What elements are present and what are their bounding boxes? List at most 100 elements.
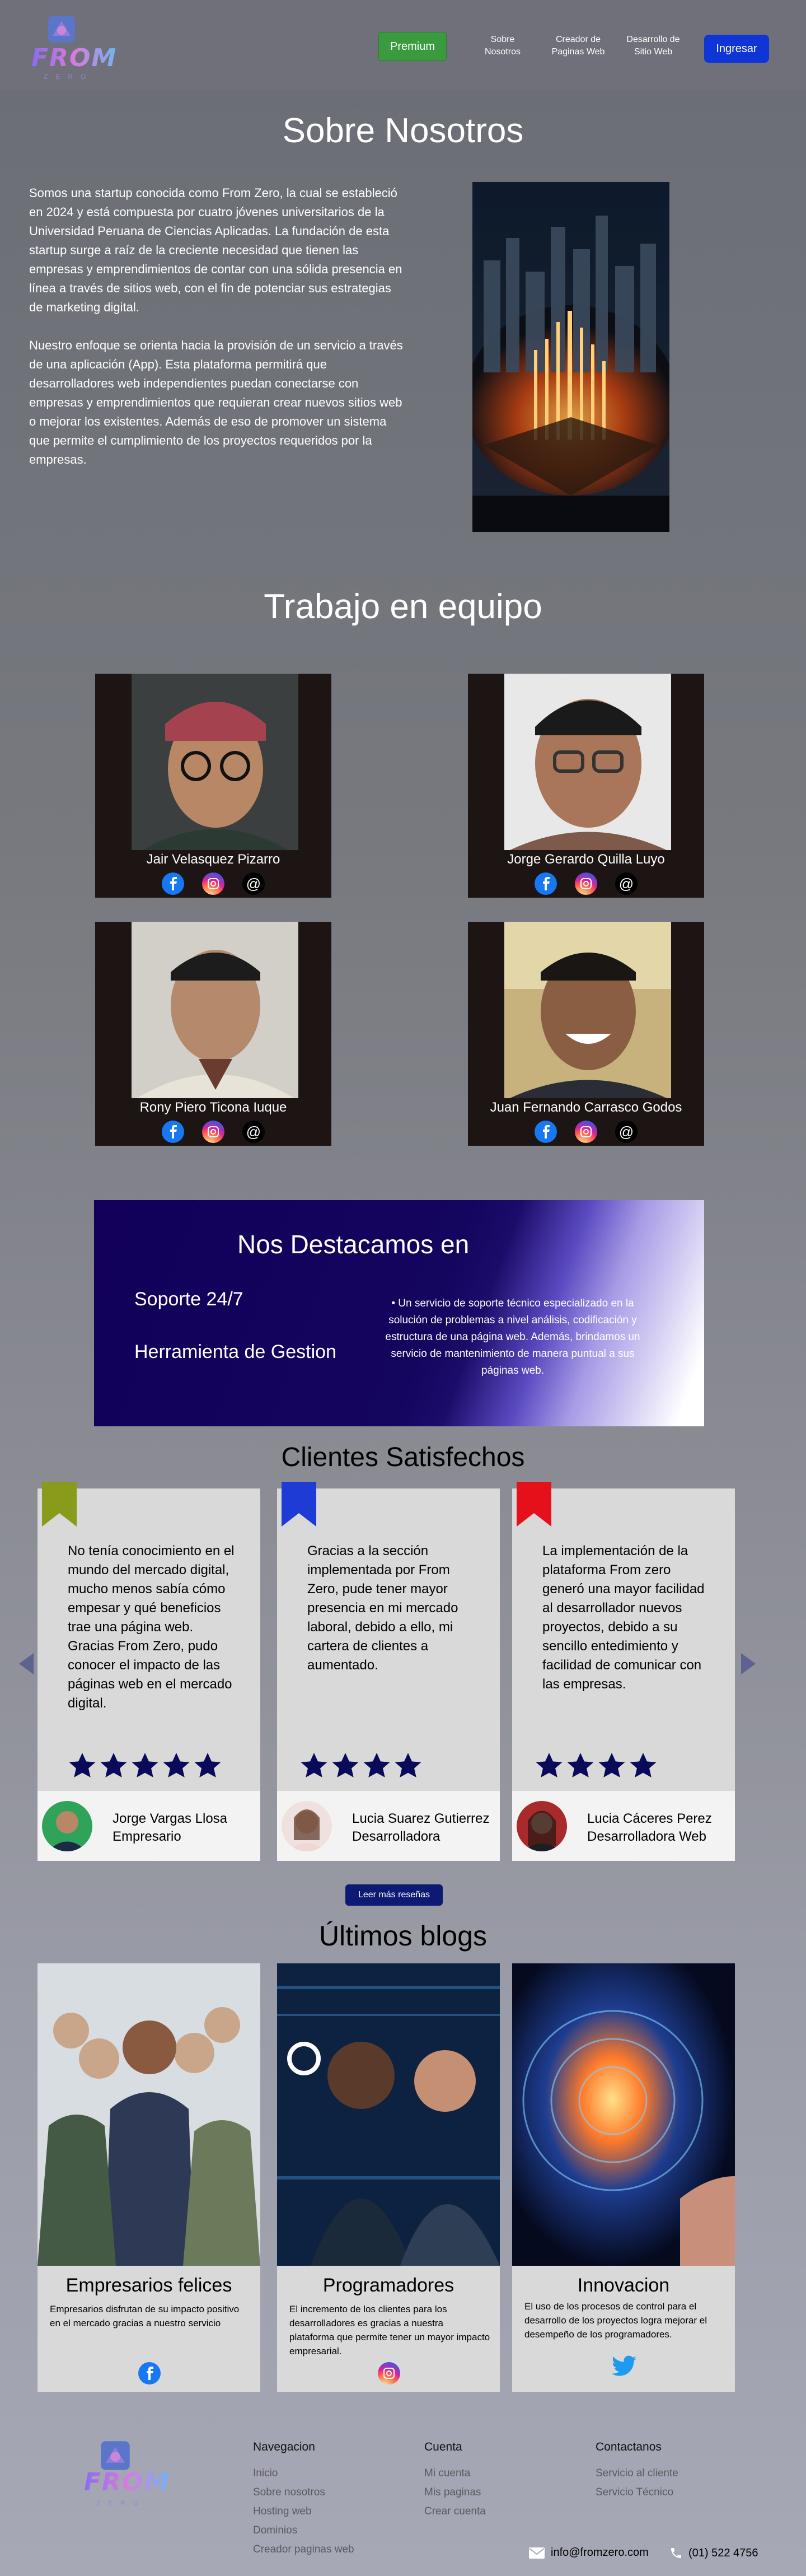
- logo-sub: ZERO: [96, 2499, 147, 2507]
- team-card-4: Juan Fernando Carrasco Godos @: [468, 922, 704, 1146]
- nav-creador-paginas[interactable]: Creador de Paginas Web: [547, 34, 609, 58]
- blog-title: Programadores: [322, 2275, 454, 2296]
- star-icon: [598, 1753, 625, 1777]
- footer-email[interactable]: info@fromzero.com: [528, 2546, 649, 2559]
- facebook-icon[interactable]: [138, 2362, 161, 2384]
- threads-icon[interactable]: @: [242, 1121, 265, 1143]
- blog-card-1[interactable]: Empresarios felices Empresarios disfruta…: [38, 1963, 260, 2392]
- team-card-2: Jorge Gerardo Quilla Luyo @: [468, 674, 704, 898]
- premium-button[interactable]: Premium: [378, 32, 447, 61]
- author-name: Lucia Cáceres Perez Desarrolladora Web: [587, 1811, 712, 1844]
- logo-mark-icon: [48, 16, 75, 43]
- logo-word: FROM: [84, 2468, 170, 2496]
- testimonial-text: Gracias a la sección implementada por Fr…: [307, 1543, 458, 1673]
- social-row: @: [95, 1121, 331, 1143]
- testimonial-author: Lucia Cáceres Perez Desarrolladora Web: [512, 1791, 735, 1861]
- rating-stars: [68, 1752, 222, 1781]
- star-icon: [630, 1753, 657, 1777]
- team-card-1: Jair Velasquez Pizarro @: [95, 674, 331, 898]
- footer-col-navegacion: Navegacion Inicio Sobre nosotros Hosting…: [253, 2440, 354, 2559]
- team-photo: [504, 922, 671, 1098]
- star-icon: [395, 1753, 421, 1777]
- threads-icon[interactable]: @: [615, 872, 638, 895]
- city-image: [472, 182, 669, 532]
- team-name: Jorge Gerardo Quilla Luyo: [507, 852, 665, 867]
- star-icon: [69, 1753, 96, 1777]
- footer-link[interactable]: Servicio al cliente: [596, 2464, 678, 2483]
- avatar: [42, 1801, 92, 1851]
- author-name: Lucia Suarez Gutierrez Desarrolladora: [352, 1811, 490, 1844]
- footer-phone[interactable]: (01) 522 4756: [669, 2546, 758, 2560]
- footer-heading: Navegacion: [253, 2440, 315, 2453]
- facebook-icon[interactable]: [162, 1121, 184, 1143]
- star-icon: [567, 1753, 594, 1777]
- about-title: Sobre Nosotros: [282, 111, 524, 150]
- team-photo: [132, 922, 298, 1098]
- twitter-icon[interactable]: [612, 2355, 636, 2379]
- instagram-icon[interactable]: [575, 1121, 597, 1143]
- threads-icon[interactable]: @: [615, 1121, 638, 1143]
- footer-link[interactable]: Sobre nosotros: [253, 2483, 354, 2502]
- carousel-next-icon[interactable]: [739, 1652, 758, 1678]
- author-role: Desarrolladora: [352, 1829, 441, 1844]
- footer-col-contactanos: Contactanos Servicio al cliente Servicio…: [596, 2440, 678, 2502]
- social-row: @: [468, 1121, 704, 1143]
- logo-mark-icon: [101, 2441, 130, 2470]
- team-name: Rony Piero Ticona Iuque: [139, 1100, 287, 1115]
- footer-link[interactable]: Mis paginas: [424, 2483, 486, 2502]
- team-name: Jair Velasquez Pizarro: [146, 852, 280, 867]
- instagram-icon[interactable]: [575, 872, 597, 895]
- blog-title: Innovacion: [577, 2275, 670, 2296]
- testimonial-author: Lucia Suarez Gutierrez Desarrolladora: [277, 1791, 500, 1861]
- team-name: Juan Fernando Carrasco Godos: [490, 1100, 682, 1115]
- instagram-icon[interactable]: [378, 2362, 400, 2384]
- login-button[interactable]: Ingresar: [704, 35, 769, 63]
- star-icon: [363, 1753, 390, 1777]
- team-photo: [504, 674, 671, 850]
- logo-sub: ZERO: [44, 73, 94, 81]
- bookmark-icon: [282, 1482, 316, 1527]
- carousel-prev-icon[interactable]: [17, 1652, 36, 1678]
- footer-link[interactable]: Dominios: [253, 2521, 354, 2540]
- footer-link[interactable]: Crear cuenta: [424, 2502, 486, 2521]
- footer-logo[interactable]: FROM ZERO: [82, 2439, 168, 2517]
- testimonial-text: La implementación de la plataforma From …: [542, 1543, 705, 1692]
- footer-link[interactable]: Hosting web: [253, 2502, 354, 2521]
- facebook-icon[interactable]: [162, 872, 184, 895]
- rating-stars: [299, 1752, 423, 1781]
- footer-link[interactable]: Servicio Técnico: [596, 2483, 678, 2502]
- facebook-icon[interactable]: [535, 872, 557, 895]
- team-photo: [132, 674, 298, 850]
- nav-desarrollo-sitio[interactable]: Desarrollo de Sitio Web: [622, 34, 684, 58]
- rating-stars: [535, 1752, 658, 1781]
- phone-icon: [671, 2548, 681, 2558]
- blog-image: [38, 1963, 260, 2266]
- blog-card-2[interactable]: Programadores El incremento de los clien…: [277, 1963, 500, 2392]
- testimonials-title: Clientes Satisfechos: [281, 1443, 525, 1472]
- footer-link[interactable]: Creador paginas web: [253, 2540, 354, 2559]
- footer-link[interactable]: Mi cuenta: [424, 2464, 486, 2483]
- instagram-icon[interactable]: [202, 1121, 224, 1143]
- about-paragraph-2: Nuestro enfoque se orienta hacia la prov…: [29, 338, 403, 466]
- highlight-description: • Un servicio de soporte técnico especia…: [385, 1298, 640, 1376]
- bullet-icon: •: [391, 1298, 399, 1309]
- instagram-icon[interactable]: [202, 872, 224, 895]
- footer-link[interactable]: Inicio: [253, 2464, 354, 2483]
- team-title: Trabajo en equipo: [264, 587, 542, 626]
- more-reviews-button[interactable]: Leer más reseñas: [345, 1884, 443, 1906]
- bookmark-icon: [517, 1482, 551, 1527]
- star-icon: [536, 1753, 563, 1777]
- facebook-icon[interactable]: [535, 1121, 557, 1143]
- logo[interactable]: FROM ZERO: [28, 10, 116, 81]
- about-paragraph-1: Somos una startup conocida como From Zer…: [29, 186, 402, 314]
- social-row: @: [468, 872, 704, 895]
- threads-icon[interactable]: @: [242, 872, 265, 895]
- star-icon: [100, 1753, 127, 1777]
- footer-heading: Contactanos: [596, 2440, 662, 2453]
- testimonial-card-1: No tenía conocimiento en el mundo del me…: [38, 1482, 260, 1861]
- blog-card-3[interactable]: Innovacion El uso de los procesos de con…: [512, 1963, 735, 2392]
- avatar: [517, 1801, 567, 1851]
- nav-sobre-nosotros[interactable]: Sobre Nosotros: [477, 34, 528, 58]
- testimonial-card-2: Gracias a la sección implementada por Fr…: [277, 1482, 500, 1861]
- star-icon: [194, 1753, 221, 1777]
